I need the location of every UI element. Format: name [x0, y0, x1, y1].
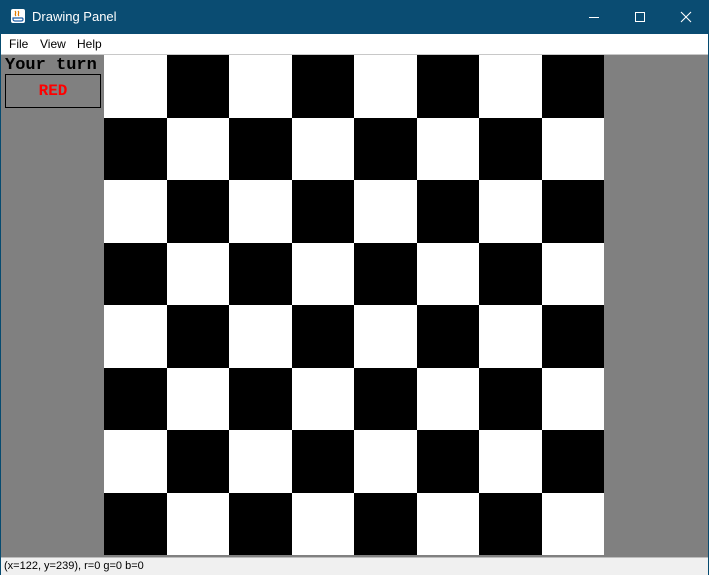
board-square[interactable]: [291, 117, 354, 180]
board-square[interactable]: [354, 367, 417, 430]
board-square[interactable]: [354, 305, 417, 368]
cursor-status-text: (x=122, y=239), r=0 g=0 b=0: [4, 560, 144, 572]
board-square[interactable]: [354, 242, 417, 305]
board-square[interactable]: [229, 367, 292, 430]
board-square[interactable]: [416, 492, 479, 555]
board-square[interactable]: [541, 430, 604, 493]
maximize-icon: [635, 12, 645, 22]
board-square[interactable]: [541, 305, 604, 368]
board-square[interactable]: [104, 242, 167, 305]
board-square[interactable]: [479, 55, 542, 118]
title-bar[interactable]: Drawing Panel: [0, 0, 709, 34]
menu-bar: File View Help: [1, 34, 708, 55]
board-square[interactable]: [291, 367, 354, 430]
board-square[interactable]: [104, 180, 167, 243]
java-app-icon: [11, 9, 25, 23]
board-square[interactable]: [166, 180, 229, 243]
board-square[interactable]: [104, 305, 167, 368]
board-square[interactable]: [166, 367, 229, 430]
board-square[interactable]: [479, 180, 542, 243]
board-square[interactable]: [104, 117, 167, 180]
menu-view[interactable]: View: [40, 36, 66, 52]
board-square[interactable]: [166, 117, 229, 180]
board-square[interactable]: [229, 430, 292, 493]
board-square[interactable]: [541, 180, 604, 243]
board-square[interactable]: [354, 117, 417, 180]
turn-indicator-box: RED: [5, 74, 101, 108]
board-square[interactable]: [229, 117, 292, 180]
board-square[interactable]: [416, 305, 479, 368]
board-square[interactable]: [166, 492, 229, 555]
checkerboard[interactable]: [104, 55, 604, 555]
board-square[interactable]: [541, 55, 604, 118]
board-square[interactable]: [229, 305, 292, 368]
board-square[interactable]: [354, 430, 417, 493]
board-square[interactable]: [354, 55, 417, 118]
board-square[interactable]: [291, 242, 354, 305]
board-square[interactable]: [541, 367, 604, 430]
turn-value: RED: [38, 82, 68, 100]
board-square[interactable]: [104, 430, 167, 493]
board-square[interactable]: [416, 180, 479, 243]
board-square[interactable]: [104, 367, 167, 430]
board-square[interactable]: [479, 305, 542, 368]
board-square[interactable]: [229, 180, 292, 243]
status-bar: (x=122, y=239), r=0 g=0 b=0: [1, 557, 708, 575]
board-square[interactable]: [479, 367, 542, 430]
board-square[interactable]: [104, 55, 167, 118]
board-square[interactable]: [541, 492, 604, 555]
maximize-button[interactable]: [617, 0, 663, 34]
board-square[interactable]: [479, 242, 542, 305]
board-square[interactable]: [229, 492, 292, 555]
board-square[interactable]: [104, 492, 167, 555]
drawing-canvas[interactable]: Your turn RED: [1, 55, 708, 557]
board-square[interactable]: [416, 117, 479, 180]
board-square[interactable]: [354, 492, 417, 555]
board-square[interactable]: [479, 430, 542, 493]
close-button[interactable]: [663, 0, 709, 34]
board-square[interactable]: [291, 55, 354, 118]
board-square[interactable]: [416, 55, 479, 118]
close-icon: [680, 11, 692, 23]
board-square[interactable]: [291, 305, 354, 368]
board-square[interactable]: [166, 242, 229, 305]
menu-file[interactable]: File: [9, 36, 28, 52]
turn-label: Your turn: [5, 56, 97, 75]
board-square[interactable]: [229, 242, 292, 305]
board-square[interactable]: [291, 492, 354, 555]
board-square[interactable]: [166, 430, 229, 493]
menu-help[interactable]: Help: [77, 36, 102, 52]
board-square[interactable]: [291, 180, 354, 243]
minimize-button[interactable]: [571, 0, 617, 34]
board-square[interactable]: [166, 55, 229, 118]
board-square[interactable]: [416, 367, 479, 430]
board-square[interactable]: [166, 305, 229, 368]
board-square[interactable]: [416, 242, 479, 305]
board-square[interactable]: [416, 430, 479, 493]
board-square[interactable]: [541, 117, 604, 180]
board-square[interactable]: [354, 180, 417, 243]
app-window: Drawing Panel File View Help Your turn R…: [0, 0, 709, 575]
board-square[interactable]: [479, 117, 542, 180]
minimize-icon: [589, 17, 599, 18]
board-square[interactable]: [479, 492, 542, 555]
window-title: Drawing Panel: [32, 9, 117, 24]
board-square[interactable]: [229, 55, 292, 118]
board-square[interactable]: [291, 430, 354, 493]
board-square[interactable]: [541, 242, 604, 305]
